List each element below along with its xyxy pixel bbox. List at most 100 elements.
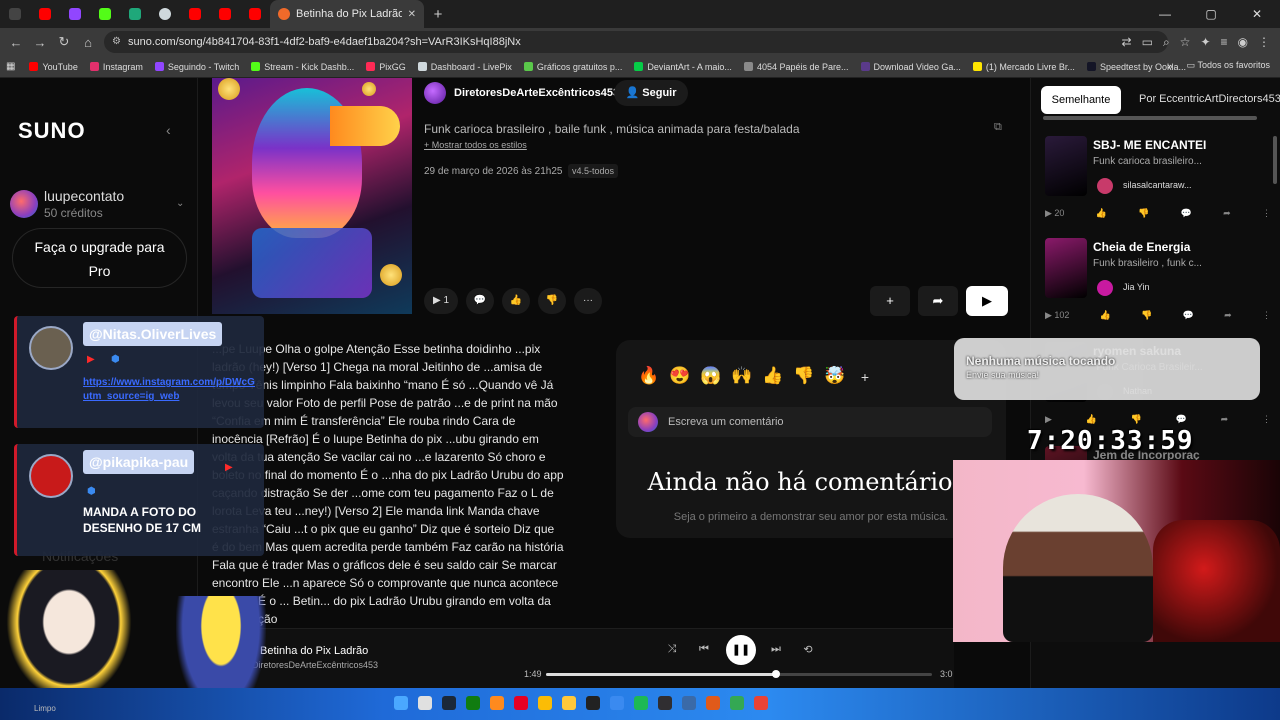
next-button[interactable]: ⏭	[766, 643, 786, 656]
comment-icon[interactable]: 💬	[1181, 208, 1192, 219]
thumbs-up-icon[interactable]: 👍	[1100, 310, 1111, 321]
bookmark-item[interactable]: YouTube	[29, 62, 78, 72]
profile-icon[interactable]: ◉	[1238, 35, 1248, 49]
artist-avatar[interactable]	[1097, 178, 1113, 194]
share-icon[interactable]: ➦	[1221, 414, 1229, 425]
tab-youtube-4[interactable]	[240, 0, 270, 28]
reaction-emoji[interactable]: 🙌	[731, 366, 752, 388]
zoom-icon[interactable]: ⌕	[1163, 35, 1170, 50]
comment-input[interactable]: Escreva um comentário	[628, 407, 992, 437]
cast-icon[interactable]: ▭	[1142, 35, 1153, 49]
play-song-button[interactable]: ▶	[966, 286, 1008, 316]
translate-icon[interactable]: ⇄	[1122, 35, 1132, 49]
back-button[interactable]: ←	[4, 35, 28, 50]
tab-chatgpt[interactable]	[150, 0, 180, 28]
horizontal-scrollbar[interactable]	[1043, 116, 1257, 120]
bookmark-item[interactable]: Download Video Ga...	[860, 62, 961, 72]
maximize-button[interactable]: ▢	[1188, 0, 1234, 28]
previous-button[interactable]: ⏮	[694, 643, 714, 656]
bookmark-item[interactable]: DeviantArt - A maio...	[634, 62, 732, 72]
tab-similar[interactable]: Semelhante	[1041, 86, 1121, 114]
share-icon[interactable]: ➦	[1224, 310, 1232, 321]
new-tab-button[interactable]: +	[424, 6, 452, 23]
upgrade-button[interactable]: Faça o upgrade para Pro	[12, 228, 187, 288]
app-icon[interactable]	[706, 696, 720, 710]
bookmark-star-icon[interactable]: ☆	[1180, 35, 1191, 49]
chrome-icon[interactable]	[730, 696, 744, 710]
bookmark-item[interactable]: PixGG	[366, 62, 406, 72]
minimize-button[interactable]: —	[1142, 0, 1188, 28]
play-count-button[interactable]: ▶ 102	[1045, 310, 1069, 321]
address-bar[interactable]: ⚙ suno.com/song/4b841704-83f1-4df2-baf9-…	[104, 31, 1168, 53]
reaction-emoji[interactable]: 😍	[669, 366, 690, 388]
related-song-card[interactable]: SBJ- ME ENCANTEI Funk carioca brasileiro.…	[1045, 136, 1277, 236]
reaction-emoji[interactable]: 😱	[700, 366, 721, 388]
more-icon[interactable]: ⋮	[1262, 414, 1271, 425]
song-thumbnail[interactable]	[1045, 136, 1087, 196]
site-info-icon[interactable]: ⚙	[112, 31, 121, 53]
like-button[interactable]: 👍	[502, 288, 530, 314]
share-button[interactable]: ➦	[918, 286, 958, 316]
start-icon[interactable]	[394, 696, 408, 710]
comment-button[interactable]: 💬	[466, 288, 494, 314]
menu-icon[interactable]: ⋮	[1258, 35, 1270, 49]
artist-avatar[interactable]	[1097, 280, 1113, 296]
progress-knob[interactable]	[772, 670, 781, 678]
terminal-icon[interactable]	[586, 696, 600, 710]
thumbs-down-icon[interactable]: 👎	[1131, 414, 1142, 425]
song-artist[interactable]: silasalcantaraw...	[1123, 180, 1192, 190]
bookmark-item[interactable]: Dashboard - LivePix	[417, 62, 512, 72]
tab-active-suno[interactable]: Betinha do Pix Ladrão by Eccentri ✕	[270, 0, 424, 28]
more-icon[interactable]: ⋮	[1262, 310, 1271, 321]
tab-list-button[interactable]	[0, 0, 30, 28]
tab-kick[interactable]	[90, 0, 120, 28]
shuffle-button[interactable]: ⤨	[662, 643, 682, 656]
comment-icon[interactable]: 💬	[1176, 414, 1187, 425]
reaction-emoji[interactable]: 👍	[762, 366, 783, 388]
add-to-playlist-button[interactable]: +	[870, 286, 910, 316]
notepad-icon[interactable]	[610, 696, 624, 710]
tab-stream[interactable]	[120, 0, 150, 28]
tab-youtube[interactable]	[30, 0, 60, 28]
bookmark-item[interactable]: Stream - Kick Dashb...	[251, 62, 354, 72]
obs-icon[interactable]	[658, 696, 672, 710]
repeat-button[interactable]: ⟲	[798, 643, 818, 656]
show-all-styles-link[interactable]: + Mostrar todos os estilos	[424, 140, 527, 150]
reaction-emoji[interactable]: 👎	[793, 366, 814, 388]
tab-youtube-2[interactable]	[180, 0, 210, 28]
play-count-button[interactable]: ▶	[1045, 414, 1052, 425]
follow-button[interactable]: 👤 Seguir	[614, 80, 688, 106]
dislike-button[interactable]: 👎	[538, 288, 566, 314]
song-thumbnail[interactable]	[1045, 238, 1087, 298]
progress-bar[interactable]	[546, 670, 932, 678]
tab-youtube-3[interactable]	[210, 0, 240, 28]
all-favorites-button[interactable]: ▭ Todos os favoritos	[1187, 60, 1270, 71]
related-song-card[interactable]: Cheia de Energia Funk brasileiro , funk c…	[1045, 238, 1277, 338]
more-options-button[interactable]: ···	[574, 288, 602, 314]
bookmarks-more-button[interactable]: »	[1168, 61, 1173, 71]
app-icon[interactable]	[682, 696, 696, 710]
artist-name[interactable]: DiretoresDeArteExcêntricos453	[454, 87, 619, 99]
user-avatar[interactable]	[10, 190, 38, 218]
pinterest-icon[interactable]	[514, 696, 528, 710]
media-icon[interactable]: ≡	[1221, 35, 1228, 49]
bookmark-item[interactable]: Seguindo - Twitch	[154, 62, 239, 72]
chrome-icon[interactable]	[754, 696, 768, 710]
thumbs-up-icon[interactable]: 👍	[1096, 208, 1107, 219]
apps-icon[interactable]: ▦	[6, 61, 15, 72]
bookmark-item[interactable]: Instagram	[89, 62, 143, 72]
song-artist[interactable]: Jia Yin	[1123, 282, 1150, 292]
thumbs-down-icon[interactable]: 👎	[1141, 310, 1152, 321]
bookmark-item[interactable]: (1) Mercado Livre Br...	[972, 62, 1075, 72]
search-icon[interactable]	[418, 696, 432, 710]
song-title[interactable]: SBJ- ME ENCANTEI	[1093, 138, 1206, 152]
suno-logo[interactable]: SUNO	[18, 118, 86, 144]
reaction-emoji[interactable]: 🤯	[824, 366, 845, 388]
play-count-button[interactable]: ▶ 1	[424, 288, 458, 314]
xbox-icon[interactable]	[466, 696, 480, 710]
chevron-down-icon[interactable]: ⌄	[176, 198, 184, 209]
pause-button[interactable]: ❚❚	[726, 635, 756, 665]
comment-icon[interactable]: 💬	[1183, 310, 1194, 321]
tab-by-artist[interactable]: Por EccentricArtDirectors453	[1139, 93, 1280, 105]
forward-button[interactable]: →	[28, 35, 52, 50]
